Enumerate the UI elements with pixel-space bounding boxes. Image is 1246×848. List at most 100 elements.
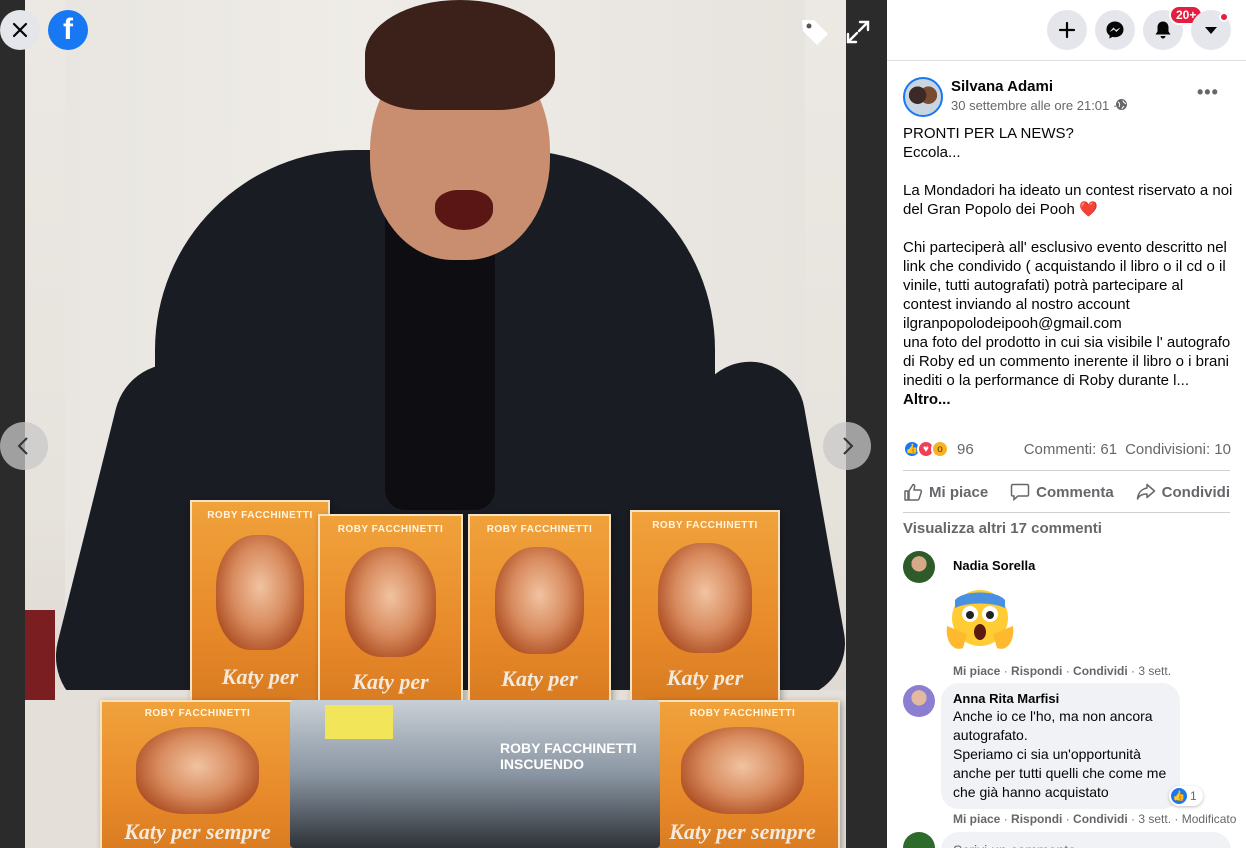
book-title-label: Katy per (666, 665, 744, 691)
comment-reply-link[interactable]: Rispondi (1011, 812, 1062, 826)
book-face (345, 547, 436, 658)
book-author-label: ROBY FACCHINETTI (652, 519, 758, 531)
share-icon (1136, 483, 1155, 500)
messenger-button[interactable] (1095, 10, 1135, 50)
post-text-part2: Chi parteciperà all' esclusivo evento de… (903, 239, 1231, 389)
book-face (136, 726, 259, 815)
like-button-label: Mi piace (929, 483, 989, 501)
comment-time[interactable]: 3 sett. (1138, 812, 1171, 826)
book-title-label: Katy per (221, 664, 299, 690)
comment-meta: Mi piace · Rispondi · Condividi · 3 sett… (953, 812, 1237, 826)
close-button[interactable] (0, 10, 40, 50)
caret-down-icon (1205, 27, 1217, 34)
reactions-summary[interactable]: 👍 ♥ o 96 (903, 440, 974, 458)
bell-icon (1155, 21, 1171, 39)
heart-emoji: ❤️ (1078, 201, 1098, 218)
root: ROBY FACCHINETTI Katy per ROBY FACCHINET… (0, 0, 1246, 848)
post-text: PRONTI PER LA NEWS? Eccola... La Mondado… (903, 124, 1235, 409)
chevron-right-icon (843, 437, 854, 455)
comment-meta: Mi piace · Rispondi · Condividi · 3 sett… (953, 664, 1172, 678)
comment-reply-link[interactable]: Rispondi (1011, 664, 1062, 678)
commenter-avatar[interactable] (903, 551, 935, 583)
book-author-label: ROBY FACCHINETTI (144, 708, 251, 720)
post-actions: Mi piace Commenta Condividi (903, 478, 1230, 506)
post-timestamp[interactable]: 30 settembre alle ore 21:01 · (951, 98, 1117, 113)
expand-icon[interactable] (844, 18, 872, 46)
facebook-logo[interactable]: f (48, 10, 88, 50)
book-cover: ROBY FACCHINETTI Katy per (318, 514, 463, 714)
shares-count[interactable]: Condivisioni: 10 (1125, 441, 1231, 458)
book-face (681, 726, 804, 815)
like-reaction-icon: 👍 (1171, 788, 1187, 804)
photo-viewer: ROBY FACCHINETTI Katy per ROBY FACCHINET… (0, 0, 887, 848)
share-button[interactable]: Condividi (1136, 478, 1230, 506)
commenter-avatar[interactable] (903, 685, 935, 717)
facebook-logo-letter: f (63, 13, 73, 46)
wow-sticker-icon (946, 590, 1014, 649)
like-icon (904, 483, 923, 501)
share-button-label: Condividi (1161, 483, 1230, 501)
top-bar: 20+ (887, 0, 1246, 60)
comment-button[interactable]: Commenta (1010, 478, 1114, 506)
comment-share-link[interactable]: Condividi (1073, 812, 1128, 826)
write-comment-input[interactable]: Scrivi un commento... (941, 832, 1231, 848)
book-cover: ROBY FACCHINETTI Katy per (190, 500, 330, 710)
comment-bubble: Anna Rita Marfisi Anche io ce l'ho, ma n… (941, 683, 1180, 809)
comment-like-link[interactable]: Mi piace (953, 812, 1000, 826)
comment-like-link[interactable]: Mi piace (953, 664, 1000, 678)
post-side-panel: 20+ Silvana Adami 30 settembre alle ore … (887, 0, 1246, 848)
previous-photo-button[interactable] (0, 422, 48, 470)
reaction-count: 96 (957, 440, 974, 458)
commenter-name[interactable]: Anna Rita Marfisi (953, 691, 1168, 706)
view-more-comments-link[interactable]: Visualizza altri 17 commenti (903, 520, 1102, 537)
book-cover: ROBY FACCHINETTI Katy per (630, 510, 780, 710)
book-face (658, 543, 752, 654)
current-user-avatar (903, 832, 935, 848)
comments-count[interactable]: Commenti: 61 (1024, 441, 1117, 458)
see-more-link[interactable]: Altro... (903, 391, 951, 408)
record-sticker (325, 705, 393, 739)
comment-text: Anche io ce l'ho, ma non ancora autograf… (953, 707, 1168, 802)
photo-mouth (435, 190, 493, 230)
comment-icon (1010, 483, 1030, 501)
comment-reaction-count: 1 (1190, 789, 1197, 803)
actions-divider-top (903, 470, 1230, 471)
book-author-label: ROBY FACCHINETTI (337, 523, 444, 535)
wow-reaction-icon: o (931, 440, 949, 458)
photo-chair (25, 610, 55, 700)
author-name[interactable]: Silvana Adami (951, 78, 1053, 95)
book-cover: ROBY FACCHINETTI Katy per sempre (645, 700, 840, 848)
chevron-left-icon (17, 437, 28, 455)
book-title-label: Katy per sempre (669, 819, 816, 845)
book-title-label: Katy per sempre (124, 819, 271, 845)
post-text-part1: PRONTI PER LA NEWS? Eccola... La Mondado… (903, 125, 1233, 218)
plus-icon (1058, 21, 1076, 39)
book-title-label: Katy per (501, 665, 578, 691)
book-author-label: ROBY FACCHINETTI (689, 708, 796, 720)
messenger-icon (1106, 21, 1124, 39)
actions-divider-bottom (903, 512, 1230, 513)
comment-time[interactable]: 3 sett. (1138, 664, 1171, 678)
like-button[interactable]: Mi piace (903, 478, 988, 506)
comment-share-link[interactable]: Condividi (1073, 664, 1128, 678)
comment-text-content: Anche io ce l'ho, ma non ancora autograf… (953, 708, 1167, 800)
comment-button-label: Commenta (1036, 483, 1114, 501)
book-author-label: ROBY FACCHINETTI (207, 510, 313, 522)
post-options-button[interactable]: ••• (1197, 82, 1219, 103)
post-stats: Commenti: 61 Condivisioni: 10 (1024, 441, 1231, 458)
account-alert-dot (1219, 12, 1229, 22)
top-divider (887, 60, 1246, 61)
globe-icon (1116, 99, 1127, 110)
book-face (216, 534, 304, 651)
book-title-label: Katy per (352, 669, 429, 695)
tag-icon[interactable] (799, 16, 831, 48)
commenter-name[interactable]: Nadia Sorella (953, 558, 1035, 573)
create-button[interactable] (1047, 10, 1087, 50)
next-photo-button[interactable] (823, 422, 871, 470)
author-avatar[interactable] (903, 77, 943, 117)
comment-reaction-pill[interactable]: 👍 1 (1169, 786, 1203, 806)
book-author-label: ROBY FACCHINETTI (486, 523, 593, 535)
record-label: ROBY FACCHINETTI INSCUENDO (500, 740, 637, 772)
comment-edited-label: Modificato (1181, 812, 1237, 826)
post-photo[interactable]: ROBY FACCHINETTI Katy per ROBY FACCHINET… (25, 0, 846, 848)
